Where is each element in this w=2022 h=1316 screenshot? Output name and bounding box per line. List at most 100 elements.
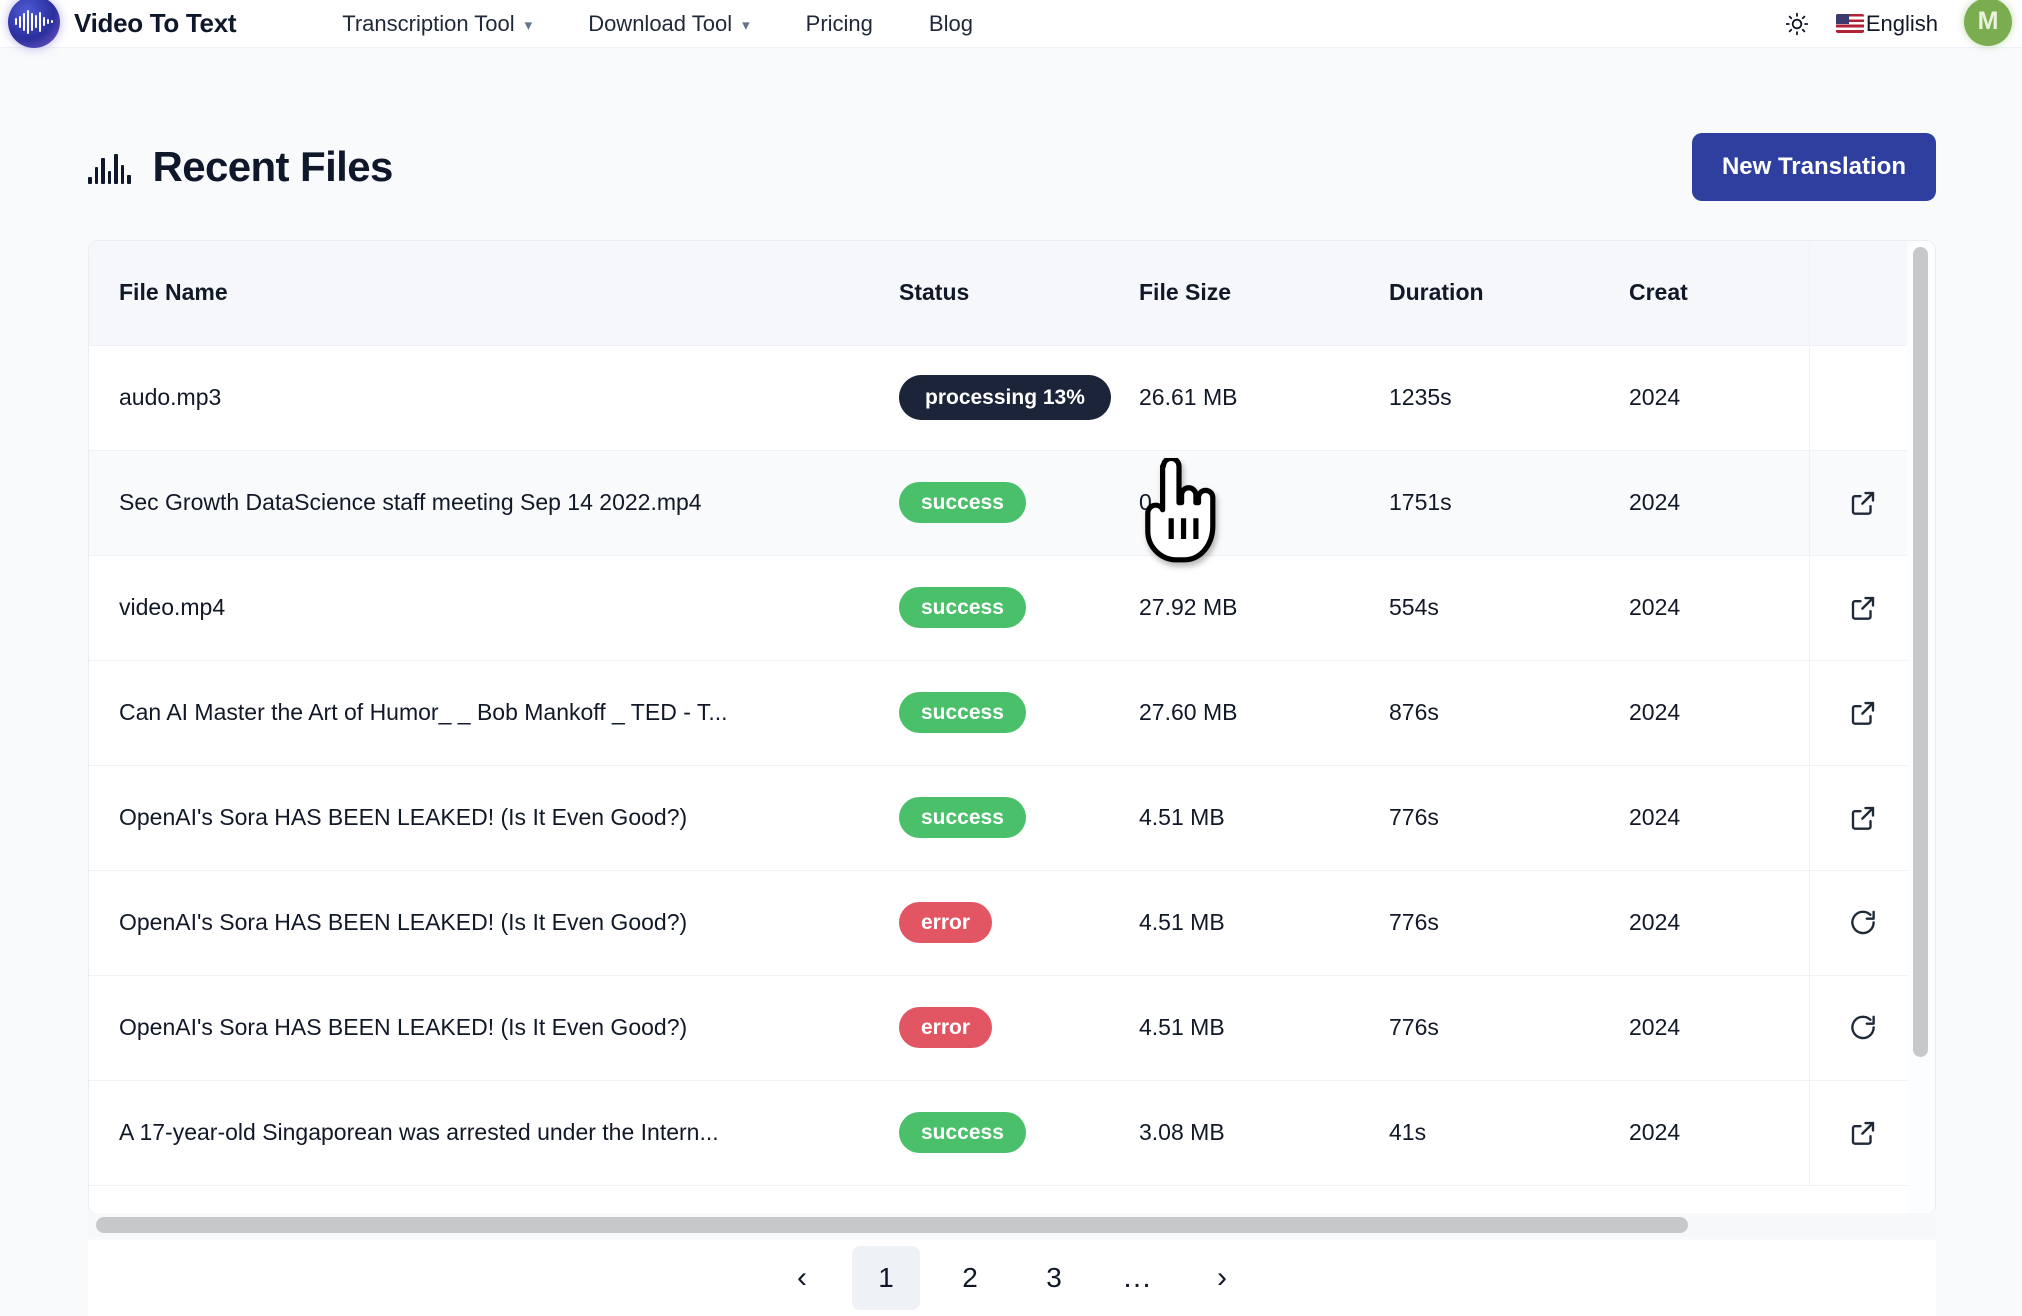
cell-actions [1808, 1080, 1909, 1186]
vertical-scrollbar-thumb[interactable] [1913, 247, 1928, 1057]
cell-duration: 776s [1389, 765, 1629, 871]
nav-item-download-tool[interactable]: Download Tool ▾ [560, 11, 777, 37]
nav-item-transcription-tool[interactable]: Transcription Tool ▾ [314, 11, 560, 37]
table-row[interactable]: OpenAI's Sora HAS BEEN LEAKED! (Is It Ev… [89, 765, 1909, 871]
cell-created: 2024 [1629, 870, 1809, 976]
cell-duration: 776s [1389, 870, 1629, 976]
chevron-down-icon: ▾ [524, 16, 533, 34]
page-title-wrap: Recent Files [88, 143, 393, 191]
cell-actions [1808, 870, 1909, 976]
column-header-status[interactable]: Status [899, 241, 1139, 346]
cell-file-size: 27.92 MB [1139, 555, 1389, 661]
cell-status: success [899, 555, 1139, 661]
audio-waveform-icon [88, 150, 131, 184]
open-external-icon-button[interactable] [1846, 591, 1880, 625]
nav-label: Blog [928, 10, 973, 36]
cell-file-name: audo.mp3 [89, 345, 899, 451]
nav-label: Pricing [805, 10, 873, 36]
recent-files-table: File Name Status File Size Duration Crea… [89, 241, 1909, 1186]
column-header-file-size[interactable]: File Size [1139, 241, 1389, 346]
new-translation-button[interactable]: New Translation [1691, 133, 1936, 201]
header-tools: English M [1784, 0, 2022, 48]
nav-label: Download Tool [588, 10, 733, 36]
pagination-ellipsis[interactable]: … [1104, 1246, 1172, 1310]
cell-duration: 41s [1389, 1080, 1629, 1186]
status-badge: success [899, 1112, 1026, 1153]
retry-icon-button[interactable] [1846, 1011, 1880, 1045]
cell-duration: 776s [1389, 975, 1629, 1081]
language-label: English [1865, 10, 1938, 36]
cell-file-name: OpenAI's Sora HAS BEEN LEAKED! (Is It Ev… [89, 765, 899, 871]
theme-toggle-button[interactable] [1784, 11, 1810, 37]
cell-actions [1808, 450, 1909, 556]
table-row[interactable]: Can AI Master the Art of Humor_ _ Bob Ma… [89, 660, 1909, 766]
cell-actions [1808, 555, 1909, 661]
column-header-duration[interactable]: Duration [1389, 241, 1629, 346]
column-header-file-name[interactable]: File Name [89, 241, 899, 346]
cell-created: 2024 [1629, 450, 1809, 556]
pagination-page-3[interactable]: 3 [1020, 1246, 1088, 1310]
logo-waveform-bars [15, 9, 53, 34]
status-badge: error [899, 1007, 993, 1048]
cell-file-size: 3.08 MB [1139, 1080, 1389, 1186]
cell-status: error [899, 975, 1139, 1081]
table-scroll-region[interactable]: File Name Status File Size Duration Crea… [89, 241, 1909, 1214]
column-header-created[interactable]: Creat [1629, 241, 1809, 346]
status-badge: success [899, 482, 1026, 523]
nav-item-pricing[interactable]: Pricing [778, 11, 901, 37]
cell-created: 2024 [1629, 975, 1809, 1081]
pagination: ‹ 1 2 3 … › [88, 1240, 1936, 1316]
cell-file-size: 27.60 MB [1139, 660, 1389, 766]
retry-icon-button[interactable] [1846, 906, 1880, 940]
pagination-next-button[interactable]: › [1188, 1246, 1256, 1310]
open-external-icon-button[interactable] [1846, 696, 1880, 730]
cell-file-size: 26.61 MB [1139, 345, 1389, 451]
cell-created: 2024 [1629, 765, 1809, 871]
vertical-scrollbar-track[interactable] [1907, 241, 1935, 1214]
language-selector[interactable]: English [1835, 10, 1938, 37]
table-header-row: File Name Status File Size Duration Crea… [89, 241, 1909, 346]
table-row[interactable]: OpenAI's Sora HAS BEEN LEAKED! (Is It Ev… [89, 975, 1909, 1081]
table-row[interactable]: A 17-year-old Singaporean was arrested u… [89, 1080, 1909, 1186]
status-badge: success [899, 692, 1026, 733]
page-header: Recent Files New Translation [88, 125, 1936, 209]
sun-icon [1785, 12, 1809, 35]
status-badge: success [899, 797, 1026, 838]
table-row[interactable]: audo.mp3 processing 13% 26.61 MB 1235s 2024 [89, 345, 1909, 451]
horizontal-scrollbar-track[interactable] [88, 1213, 1936, 1237]
status-badge: success [899, 587, 1026, 628]
table-header: File Name Status File Size Duration Crea… [89, 241, 1909, 346]
pagination-page-1[interactable]: 1 [852, 1246, 920, 1310]
avatar[interactable]: M [1964, 0, 2012, 46]
pagination-prev-button[interactable]: ‹ [768, 1246, 836, 1310]
cell-status: success [899, 1080, 1139, 1186]
cell-file-size: 4.51 MB [1139, 765, 1389, 871]
table-row[interactable]: OpenAI's Sora HAS BEEN LEAKED! (Is It Ev… [89, 870, 1909, 976]
cell-file-size: 4.51 MB [1139, 870, 1389, 976]
cell-actions [1808, 765, 1909, 871]
cell-actions [1808, 660, 1909, 766]
cell-file-size: 4.51 MB [1139, 975, 1389, 1081]
brand-logo[interactable]: Video To Text [8, 0, 237, 50]
open-external-icon-button[interactable] [1846, 486, 1880, 520]
cell-created: 2024 [1629, 1080, 1809, 1186]
horizontal-scrollbar-thumb[interactable] [96, 1217, 1688, 1233]
top-navigation-bar: Video To Text Transcription Tool ▾ Downl… [0, 0, 2022, 48]
cell-file-name: Can AI Master the Art of Humor_ _ Bob Ma… [89, 660, 899, 766]
chevron-down-icon: ▾ [742, 16, 750, 34]
table-row[interactable]: video.mp4 success 27.92 MB 554s 2024 [89, 555, 1909, 661]
waveform-logo-icon [8, 0, 60, 48]
cell-status: success [899, 660, 1139, 766]
table-row[interactable]: Sec Growth DataScience staff meeting Sep… [89, 450, 1909, 556]
cell-duration: 1235s [1389, 345, 1629, 451]
recent-files-card: File Name Status File Size Duration Crea… [88, 240, 1936, 1215]
status-badge: error [899, 902, 993, 943]
cell-duration: 1751s [1389, 450, 1629, 556]
cell-actions [1808, 345, 1909, 451]
table-body: audo.mp3 processing 13% 26.61 MB 1235s 2024 S… [89, 345, 1909, 1186]
pagination-page-2[interactable]: 2 [936, 1246, 1004, 1310]
open-external-icon-button[interactable] [1846, 1116, 1880, 1150]
cell-file-name: OpenAI's Sora HAS BEEN LEAKED! (Is It Ev… [89, 975, 899, 1081]
open-external-icon-button[interactable] [1846, 801, 1880, 835]
nav-item-blog[interactable]: Blog [901, 11, 1001, 37]
